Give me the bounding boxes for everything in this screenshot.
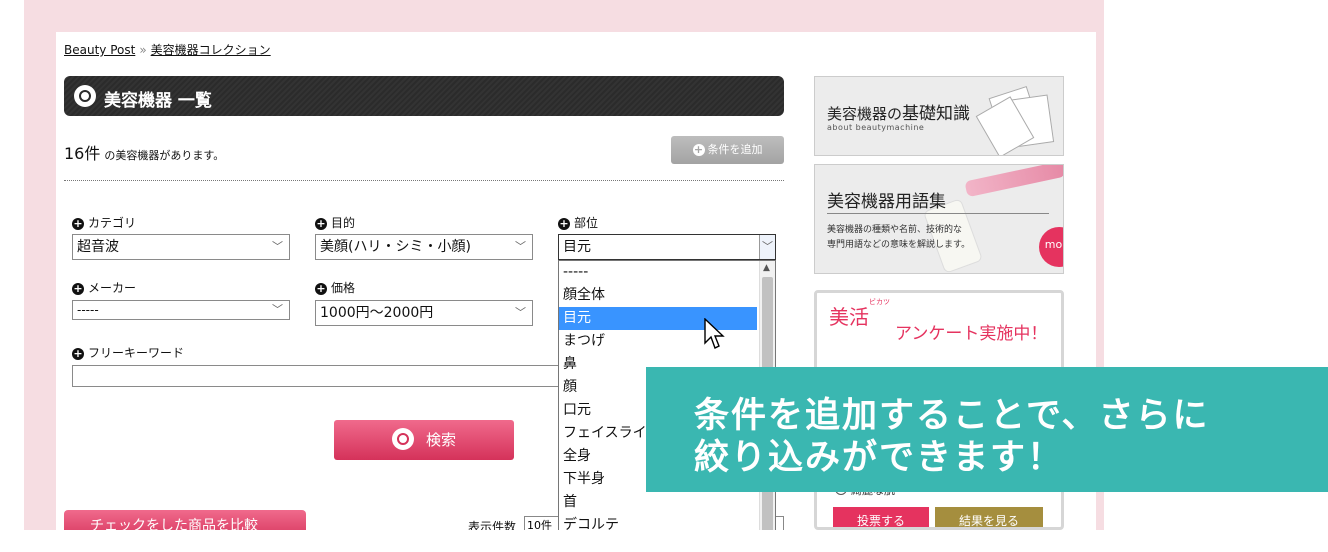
glossary-title: 美容機器用語集: [827, 192, 946, 212]
price-select[interactable]: 1000円〜2000円 ﹀: [315, 300, 533, 326]
basics-title-small: 美容機器の: [827, 105, 903, 123]
compare-button-label: チェックをした商品を比較: [90, 518, 258, 530]
price-label: + 価格: [315, 279, 355, 296]
breadcrumb-current-link[interactable]: 美容機器コレクション: [151, 43, 271, 57]
chevron-down-icon: ﹀: [272, 303, 283, 316]
category-select-value: 超音波: [77, 239, 119, 255]
view-results-button[interactable]: 結果を見る: [935, 507, 1043, 527]
add-condition-button[interactable]: + 条件を追加: [671, 136, 784, 164]
maker-select[interactable]: ----- ﹀: [72, 300, 290, 320]
sidebar-basics-banner[interactable]: 美容機器の基礎知識 about beautymachine: [814, 76, 1064, 156]
page-title-bar: 美容機器 一覧: [64, 76, 784, 116]
dropdown-option[interactable]: 目元: [559, 307, 757, 330]
glossary-desc-line: 美容機器の種類や名前、技術的な: [827, 225, 963, 235]
vote-button[interactable]: 投票する: [833, 507, 929, 527]
maker-select-value: -----: [77, 303, 99, 317]
part-label: + 部位: [558, 214, 598, 231]
dropdown-option[interactable]: 顔全体: [559, 284, 757, 307]
plus-circle-icon: +: [558, 217, 570, 230]
plus-icon: +: [692, 143, 705, 156]
search-button[interactable]: 検索: [334, 420, 514, 460]
category-label: + カテゴリ: [72, 214, 136, 231]
chevron-down-icon: ﹀: [515, 306, 526, 319]
price-label-text: 価格: [331, 281, 356, 295]
compare-button[interactable]: チェックをした商品を比較: [64, 510, 306, 530]
chevron-down-icon: ﹀: [515, 240, 526, 253]
plus-circle-icon: +: [72, 282, 84, 295]
keyword-label: + フリーキーワード: [72, 344, 184, 361]
breadcrumb-home-link[interactable]: Beauty Post: [64, 43, 135, 57]
divider: [64, 180, 784, 181]
page-title: 美容機器 一覧: [104, 91, 212, 111]
breadcrumb: Beauty Post » 美容機器コレクション: [64, 41, 271, 58]
result-count-suffix: の美容機器があります。: [104, 149, 225, 162]
result-count-number: 16件: [64, 144, 101, 163]
search-icon: [391, 427, 414, 450]
search-icon: [74, 85, 96, 107]
glossary-description: 美容機器の種類や名前、技術的な 専門用語などの意味を解説します。: [827, 223, 970, 253]
survey-logo: 美活: [829, 305, 869, 329]
display-count-label: 表示件数: [468, 520, 517, 530]
category-select[interactable]: 超音波 ﹀: [72, 234, 290, 260]
survey-logo-ruby: ビカツ: [869, 298, 890, 306]
basics-title-big: 基礎知識: [902, 104, 971, 124]
search-button-label: 検索: [425, 431, 456, 449]
scroll-up-icon[interactable]: ▲: [763, 263, 770, 273]
sidebar-glossary-banner[interactable]: 美容機器用語集 美容機器の種類や名前、技術的な 専門用語などの意味を解説します。 …: [814, 164, 1064, 274]
add-condition-label: 条件を追加: [707, 143, 763, 156]
tip-banner: 条件を追加することで、さらに 絞り込みができます！: [646, 367, 1328, 492]
purpose-label: + 目的: [315, 214, 355, 231]
tip-banner-line2: 絞り込みができます！: [694, 438, 1065, 478]
purpose-select-value: 美顔(ハリ・シミ・小顔): [320, 239, 471, 255]
part-select-value: 目元: [563, 239, 591, 255]
part-select[interactable]: 目元 ﹀: [558, 234, 776, 260]
plus-circle-icon: +: [315, 282, 327, 295]
purpose-label-text: 目的: [331, 216, 356, 230]
glossary-divider: [827, 213, 1049, 214]
breadcrumb-separator: »: [139, 43, 147, 57]
keyword-label-text: フリーキーワード: [88, 346, 185, 360]
dropdown-option[interactable]: デコルテ: [559, 514, 757, 530]
glossary-desc-line: 専門用語などの意味を解説します。: [827, 240, 971, 250]
keyword-input[interactable]: [72, 365, 572, 387]
price-select-value: 1000円〜2000円: [320, 305, 434, 321]
more-button[interactable]: more: [1039, 227, 1063, 267]
category-label-text: カテゴリ: [88, 216, 137, 230]
basics-subtitle: about beautymachine: [827, 123, 925, 132]
basics-title: 美容機器の基礎知識: [827, 99, 970, 124]
chevron-down-icon: ﹀: [759, 235, 775, 259]
maker-label-text: メーカー: [88, 281, 137, 295]
purpose-select[interactable]: 美顔(ハリ・シミ・小顔) ﹀: [315, 234, 533, 260]
result-count: 16件 の美容機器があります。: [64, 140, 224, 164]
plus-circle-icon: +: [72, 217, 84, 230]
dropdown-option[interactable]: まつげ: [559, 330, 757, 353]
mouse-cursor-icon: [704, 318, 725, 349]
plus-circle-icon: +: [72, 347, 84, 360]
brush-image: [964, 165, 1063, 198]
dropdown-option[interactable]: 首: [559, 491, 757, 514]
dropdown-option[interactable]: -----: [559, 261, 757, 284]
maker-label: + メーカー: [72, 279, 136, 296]
part-label-text: 部位: [574, 216, 599, 230]
plus-circle-icon: +: [315, 217, 327, 230]
survey-header: ビカツ 美活 アンケート実施中！: [817, 293, 1061, 357]
survey-heading: アンケート実施中！: [895, 324, 1048, 344]
chevron-down-icon: ﹀: [272, 240, 283, 253]
display-count-select[interactable]: 10件: [524, 516, 560, 530]
